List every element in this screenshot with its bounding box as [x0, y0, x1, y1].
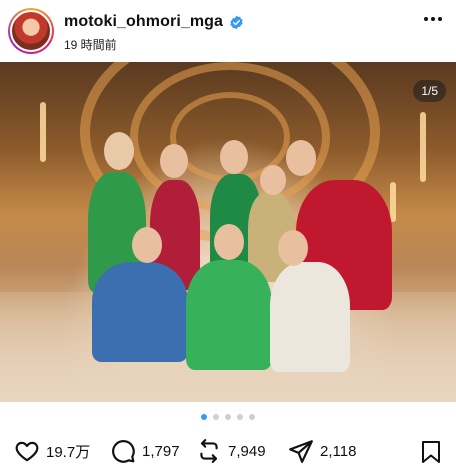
carousel-indicator: [0, 414, 456, 420]
action-bar: 19.7万 1,797 7,949 2,118: [0, 434, 456, 468]
comment-icon: [112, 440, 135, 463]
repost-icon: [200, 439, 218, 463]
save-button[interactable]: [420, 440, 442, 468]
username-row: motoki_ohmori_mga: [64, 11, 244, 33]
comment-button[interactable]: 1,797: [110, 438, 180, 464]
share-button[interactable]: 2,118: [288, 438, 356, 464]
carousel-dot[interactable]: [201, 414, 207, 420]
send-icon: [289, 440, 313, 463]
post-timestamp: 19 時間前: [64, 38, 117, 52]
carousel-dot[interactable]: [225, 414, 231, 420]
repost-button[interactable]: 7,949: [196, 438, 266, 464]
verified-badge-icon: [230, 15, 243, 29]
more-icon[interactable]: [424, 17, 442, 21]
post-photo[interactable]: 1/5: [0, 62, 456, 402]
bookmark-icon: [422, 441, 440, 463]
avatar[interactable]: [8, 8, 54, 54]
carousel-dot[interactable]: [237, 414, 243, 420]
repost-count: 7,949: [228, 442, 266, 460]
carousel-dot[interactable]: [213, 414, 219, 420]
username[interactable]: motoki_ohmori_mga: [64, 13, 223, 31]
carousel-dot[interactable]: [249, 414, 255, 420]
comment-count: 1,797: [142, 442, 180, 460]
heart-icon: [15, 441, 39, 462]
like-count: 19.7万: [46, 443, 91, 461]
post-header: motoki_ohmori_mga 19 時間前: [0, 0, 456, 62]
avatar-image: [10, 10, 52, 52]
like-button[interactable]: 19.7万: [14, 438, 90, 464]
carousel-counter: 1/5: [413, 80, 446, 102]
share-count: 2,118: [320, 442, 357, 460]
